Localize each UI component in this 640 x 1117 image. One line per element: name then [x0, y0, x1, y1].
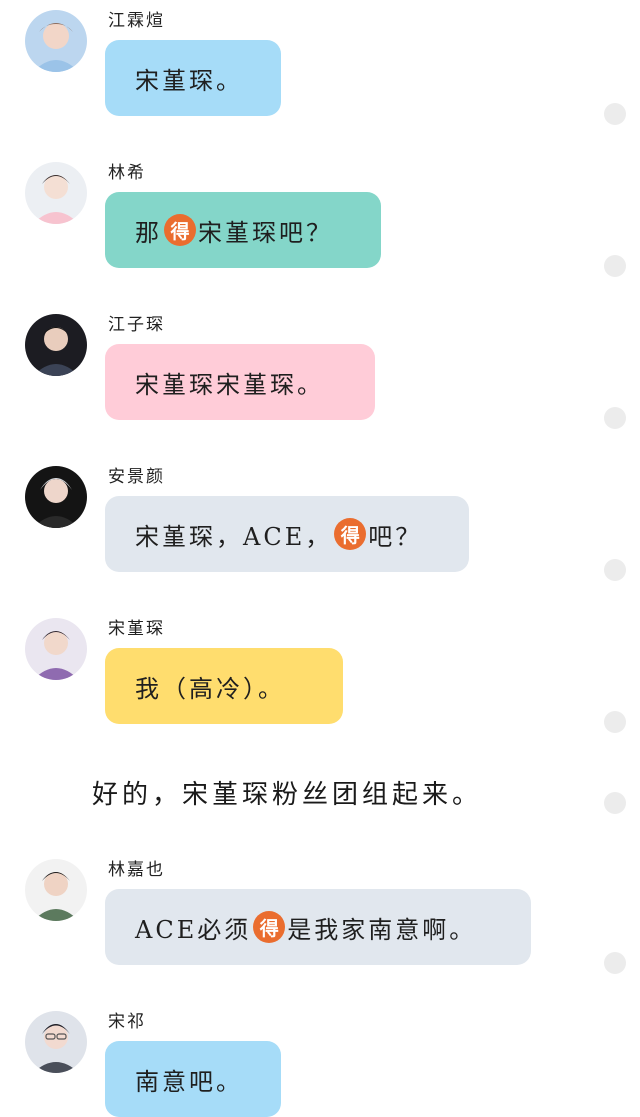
status-dot	[604, 255, 626, 277]
message-bubble[interactable]: ACE必须 得 是我家南意啊。	[105, 889, 531, 965]
status-dot	[604, 559, 626, 581]
user-avatar-icon	[25, 10, 87, 72]
sender-name: 林嘉也	[108, 860, 165, 880]
avatar[interactable]	[25, 618, 87, 680]
message-text: 我（高冷）。	[135, 674, 285, 703]
message-bubble[interactable]: 宋堇琛。	[105, 40, 281, 116]
avatar[interactable]	[25, 1011, 87, 1073]
sender-name: 江子琛	[108, 315, 165, 335]
status-dot	[604, 792, 626, 814]
message-text: 宋堇琛。	[135, 66, 243, 95]
message-text: 是我家南意啊。	[287, 915, 477, 944]
de-badge-icon: 得	[334, 518, 367, 550]
avatar[interactable]	[25, 162, 87, 224]
narration-text: 好的，宋堇琛粉丝团组起来。	[92, 780, 483, 810]
sender-name: 宋堇琛	[108, 619, 165, 639]
message-text: 南意吧。	[135, 1067, 243, 1096]
message-bubble[interactable]: 宋堇琛宋堇琛。	[105, 344, 375, 420]
status-dot	[604, 952, 626, 974]
de-badge-icon: 得	[164, 214, 196, 246]
message-text: 宋堇琛吧？	[198, 218, 333, 247]
sender-name: 安景颜	[108, 467, 165, 487]
avatar[interactable]	[25, 466, 87, 528]
sender-name: 江霖煊	[108, 11, 165, 31]
status-dot	[604, 711, 626, 733]
avatar[interactable]	[25, 314, 87, 376]
message-bubble[interactable]: 宋堇琛，ACE， 得 吧？	[105, 496, 469, 572]
message-bubble[interactable]: 南意吧。	[105, 1041, 281, 1117]
sender-name: 宋祁	[108, 1012, 146, 1032]
message-bubble[interactable]: 我（高冷）。	[105, 648, 343, 724]
user-avatar-icon	[25, 859, 87, 921]
message-text: ACE必须	[135, 915, 252, 944]
sender-name: 林希	[108, 163, 146, 183]
avatar[interactable]	[25, 10, 87, 72]
message-bubble[interactable]: 那 得 宋堇琛吧？	[105, 192, 381, 268]
user-avatar-icon	[25, 314, 87, 376]
user-avatar-icon	[25, 466, 87, 528]
user-avatar-icon	[25, 1011, 87, 1073]
message-text: 吧？	[368, 522, 423, 551]
status-dot	[604, 407, 626, 429]
user-avatar-icon	[25, 162, 87, 224]
message-text: 那	[135, 218, 162, 247]
message-text: 宋堇琛宋堇琛。	[135, 370, 324, 399]
avatar[interactable]	[25, 859, 87, 921]
status-dot	[604, 103, 626, 125]
message-text: 宋堇琛，ACE，	[135, 522, 333, 551]
de-badge-icon: 得	[253, 911, 286, 943]
user-avatar-icon	[25, 618, 87, 680]
